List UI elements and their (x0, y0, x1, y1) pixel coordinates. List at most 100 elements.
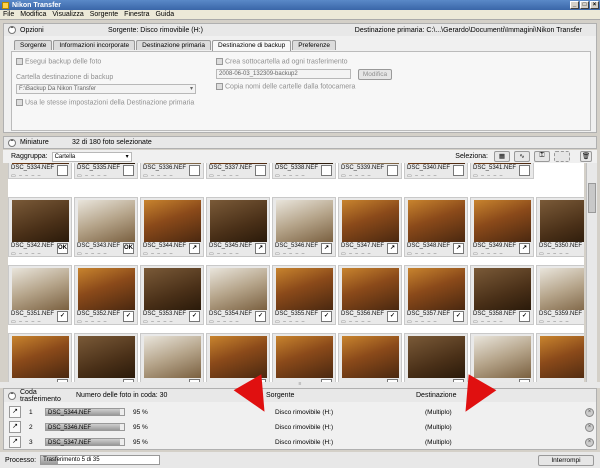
subfolder-checkbox[interactable] (216, 58, 223, 65)
thumbnail[interactable]: DSC_5334.NEF ▭ – – – – (8, 163, 72, 179)
thumbnail-checkbox[interactable] (387, 165, 398, 176)
thumbnail[interactable]: DSC_5340.NEF ▭ – – – – (404, 163, 468, 179)
thumbnail-checkbox[interactable] (519, 165, 530, 176)
thumbnail[interactable]: DSC_5338.NEF ▭ – – – – (272, 163, 336, 179)
queue-number: 1 (29, 408, 33, 416)
thumbnail[interactable]: DSC_5348.NEF ▭ – – – – ↗ (404, 197, 468, 257)
thumbnail-checkbox[interactable]: ↗ (519, 243, 530, 254)
backup-checkbox[interactable] (16, 58, 23, 65)
thumbnail[interactable]: DSC_5354.NEF ▭ – – – – ✓ (206, 265, 270, 325)
thumbnail-checkbox[interactable]: ✓ (321, 311, 332, 322)
thumbnail[interactable]: ▭ – – – – (8, 333, 72, 382)
thumbnail-checkbox[interactable]: ✓ (387, 311, 398, 322)
same-settings-row[interactable]: Usa le stesse impostazioni della Destina… (16, 99, 194, 106)
maximize-button[interactable]: □ (580, 1, 589, 9)
thumbnail[interactable]: DSC_5341.NEF ▭ – – – – (470, 163, 534, 179)
thumbnail[interactable]: ▭ – – – – (338, 333, 402, 382)
modify-button[interactable]: Modifica (358, 69, 392, 80)
backup-checkbox-row[interactable]: Esegui backup delle foto (16, 58, 101, 65)
menu-modifica[interactable]: Modifica (17, 11, 49, 18)
tab-sorgente[interactable]: Sorgente (14, 40, 53, 50)
collapse-icon[interactable]: ⌃ (8, 138, 16, 147)
thumbnail-checkbox[interactable]: ✓ (123, 311, 134, 322)
thumbnail[interactable]: ▭ – – – – (470, 333, 534, 382)
thumbnail[interactable]: ▭ – – – – (272, 333, 336, 382)
thumbnail[interactable]: DSC_5337.NEF ▭ – – – – (206, 163, 270, 179)
thumbnail[interactable]: ▭ – – – – (404, 333, 468, 382)
select-all-icon[interactable]: ▦ (494, 151, 510, 162)
thumbnail[interactable]: DSC_5357.NEF ▭ – – – – ✓ (404, 265, 468, 325)
thumbnail[interactable]: DSC_5359.NEF▭ – – – –✓ (536, 265, 584, 325)
thumbnail[interactable]: DSC_5347.NEF ▭ – – – – ↗ (338, 197, 402, 257)
thumbnail[interactable]: DSC_5336.NEF ▭ – – – – (140, 163, 204, 179)
thumbnail[interactable]: DSC_5353.NEF ▭ – – – – ✓ (140, 265, 204, 325)
thumbnail-checkbox[interactable]: ✓ (189, 311, 200, 322)
thumbnail-checkbox[interactable] (453, 165, 464, 176)
tab-informazioni[interactable]: Informazioni incorporate (53, 40, 136, 50)
thumbnail-checkbox[interactable]: ↗ (189, 243, 200, 254)
menu-file[interactable]: File (0, 11, 17, 18)
thumbnail-checkbox[interactable]: ↗ (387, 243, 398, 254)
thumbnail[interactable]: DSC_5343.NEF ▭ – – – – OK (74, 197, 138, 257)
tab-destinazione-primaria[interactable]: Destinazione primaria (136, 40, 211, 50)
remove-icon[interactable]: × (585, 437, 594, 447)
thumbs-scrollbar[interactable] (586, 163, 597, 382)
backup-folder-select[interactable]: F:\Backup Da Nikon Transfer ▾ (16, 84, 196, 94)
thumbnail-checkbox[interactable]: ✓ (519, 311, 530, 322)
remove-icon[interactable]: × (585, 422, 594, 432)
thumbnail[interactable]: DSC_5344.NEF ▭ – – – – ↗ (140, 197, 204, 257)
collapse-icon[interactable]: ⌃ (8, 391, 16, 400)
thumbnail[interactable]: DSC_5351.NEF ▭ – – – – ✓ (8, 265, 72, 325)
menu-sorgente[interactable]: Sorgente (87, 11, 121, 18)
menu-guida[interactable]: Guida (152, 11, 177, 18)
thumbnail-checkbox[interactable] (189, 165, 200, 176)
thumbnail[interactable]: DSC_5356.NEF ▭ – – – – ✓ (338, 265, 402, 325)
tab-preferenze[interactable]: Preferenze (292, 40, 337, 50)
thumbnail[interactable]: DSC_5342.NEF ▭ – – – – OK (8, 197, 72, 257)
select-none-icon[interactable] (554, 151, 570, 162)
thumbnail[interactable]: ▭ – – – – (536, 333, 584, 382)
menu-finestra[interactable]: Finestra (121, 11, 152, 18)
same-settings-checkbox[interactable] (16, 99, 23, 106)
group-select[interactable]: Cartella ▾ (51, 151, 132, 162)
thumbnail[interactable]: DSC_5350.NEF▭ – – – –↗ (536, 197, 584, 257)
thumbnail-checkbox[interactable]: OK (123, 243, 134, 254)
thumbnail-checkbox[interactable]: ✓ (57, 311, 68, 322)
copy-names-checkbox[interactable] (216, 83, 223, 90)
thumbnail[interactable]: DSC_5358.NEF ▭ – – – – ✓ (470, 265, 534, 325)
thumbnail-checkbox[interactable] (321, 165, 332, 176)
thumbnail[interactable]: ▭ – – – – (74, 333, 138, 382)
copy-names-row[interactable]: Copia nomi delle cartelle dalla fotocame… (216, 83, 355, 90)
thumbnail-checkbox[interactable]: ✓ (453, 311, 464, 322)
close-button[interactable]: × (590, 1, 599, 9)
thumbnail[interactable]: DSC_5355.NEF ▭ – – – – ✓ (272, 265, 336, 325)
trash-icon[interactable]: 🗑 (580, 151, 592, 162)
menu-visualizza[interactable]: Visualizza (49, 11, 86, 18)
thumbnail[interactable]: DSC_5349.NEF ▭ – – – – ↗ (470, 197, 534, 257)
subfolder-name-field[interactable]: 2008-06-03_132309-backup2 (216, 69, 351, 79)
thumbnail-checkbox[interactable]: ↗ (255, 243, 266, 254)
metadata-icons: ▭ – – – – (275, 319, 306, 325)
stop-button[interactable]: Interrompi (538, 454, 594, 466)
remove-icon[interactable]: × (585, 407, 594, 417)
thumbnail[interactable]: DSC_5339.NEF ▭ – – – – (338, 163, 402, 179)
thumbnail-checkbox[interactable] (255, 165, 266, 176)
select-wave-icon[interactable]: ∿ (514, 151, 530, 162)
thumbnail-checkbox[interactable] (57, 165, 68, 176)
thumbnail-checkbox[interactable]: OK (57, 243, 68, 254)
minimize-button[interactable]: _ (570, 1, 579, 9)
scroll-thumb[interactable] (588, 183, 596, 213)
subfolder-row[interactable]: Crea sottocartella ad ogni trasferimento (216, 58, 348, 65)
thumbnail-checkbox[interactable] (123, 165, 134, 176)
thumbnail[interactable]: DSC_5346.NEF ▭ – – – – ↗ (272, 197, 336, 257)
select-key-icon[interactable]: ⚿ (534, 151, 550, 162)
thumbnail[interactable]: DSC_5345.NEF ▭ – – – – ↗ (206, 197, 270, 257)
thumbnail-checkbox[interactable]: ↗ (453, 243, 464, 254)
collapse-icon[interactable]: ⌃ (8, 26, 16, 34)
thumbnail-checkbox[interactable]: ↗ (321, 243, 332, 254)
thumbnail[interactable]: ▭ – – – – (140, 333, 204, 382)
thumbnail-checkbox[interactable]: ✓ (255, 311, 266, 322)
thumbnail[interactable]: DSC_5352.NEF ▭ – – – – ✓ (74, 265, 138, 325)
tab-destinazione-backup[interactable]: Destinazione di backup (212, 40, 292, 51)
thumbnail[interactable]: DSC_5335.NEF ▭ – – – – (74, 163, 138, 179)
